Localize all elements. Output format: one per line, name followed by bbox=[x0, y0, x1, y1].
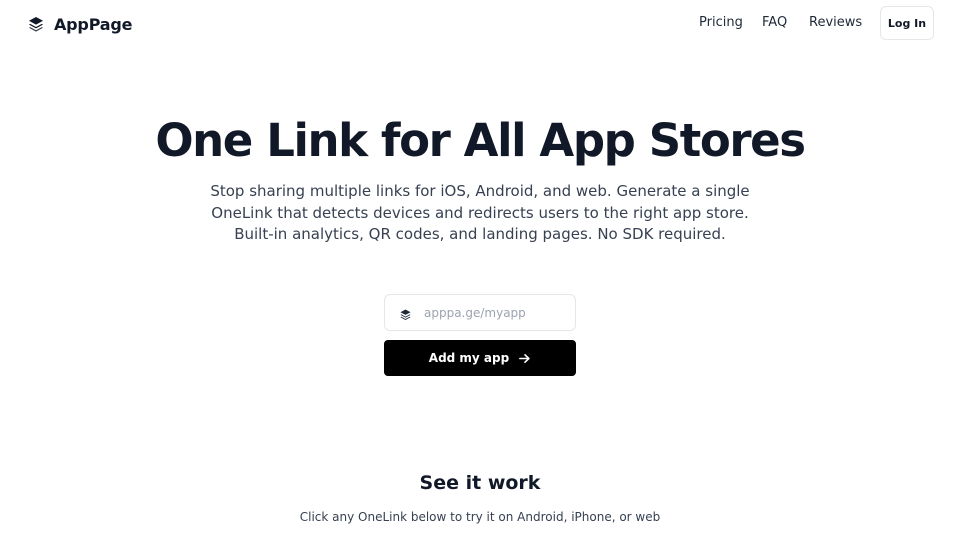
hero-subtitle: Stop sharing multiple links for iOS, And… bbox=[210, 182, 750, 243]
stacked-layers-icon bbox=[27, 15, 45, 33]
nav-link-faq[interactable]: FAQ bbox=[762, 14, 787, 32]
brand-name: AppPage bbox=[54, 14, 133, 34]
see-it-work-subtitle: Click any OneLink below to try it on And… bbox=[299, 510, 661, 524]
nav-link-pricing[interactable]: Pricing bbox=[699, 14, 743, 32]
nav-link-reviews[interactable]: Reviews bbox=[809, 14, 862, 32]
arrow-right-icon bbox=[518, 352, 531, 365]
see-it-work-heading: See it work bbox=[419, 472, 541, 494]
app-url-input[interactable] bbox=[424, 305, 569, 320]
add-my-app-label: Add my app bbox=[428, 351, 510, 365]
add-my-app-button[interactable]: Add my app bbox=[384, 340, 576, 376]
brand-logo-link[interactable]: AppPage bbox=[27, 13, 132, 35]
site-header: AppPage Pricing FAQ Reviews Log In bbox=[0, 0, 960, 47]
app-url-field[interactable] bbox=[384, 294, 576, 331]
login-button[interactable]: Log In bbox=[880, 6, 934, 40]
hero-title: One Link for All App Stores bbox=[155, 114, 806, 167]
stacked-layers-icon bbox=[399, 306, 412, 320]
